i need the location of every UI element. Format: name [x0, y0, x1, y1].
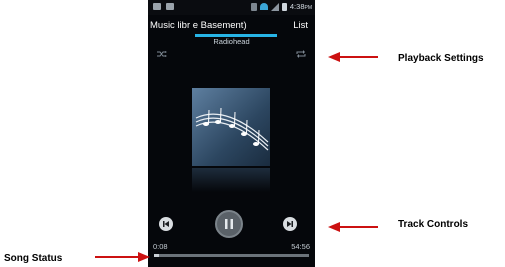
song-title: Music libr e Basement): [150, 20, 247, 31]
status-bar: 4:38PM: [148, 0, 315, 15]
album-art: [192, 88, 270, 166]
notification-icons: [153, 3, 174, 10]
song-status-arrow: [95, 252, 150, 262]
track-controls-label: Track Controls: [398, 219, 469, 230]
music-player-screen: 4:38PM Music libr e Basement) List Radio…: [148, 0, 315, 267]
song-status-label: Song Status: [4, 253, 63, 264]
battery-icon: [281, 2, 287, 11]
shuffle-icon[interactable]: [157, 50, 167, 61]
album-art-reflection: [192, 168, 270, 192]
previous-track-button[interactable]: [159, 217, 173, 231]
clock-ampm: PM: [304, 5, 313, 11]
progress-fill: [154, 254, 159, 257]
progress-bar[interactable]: [154, 254, 309, 257]
list-button[interactable]: List: [293, 20, 308, 31]
vibrate-icon: [250, 2, 257, 11]
title-bar: Music libr e Basement) List: [148, 16, 315, 36]
playback-settings-label: Playback Settings: [398, 53, 484, 64]
artist-name: Radiohead: [213, 37, 250, 46]
playback-settings-arrow: [328, 52, 378, 62]
notification-icon: [153, 3, 161, 10]
previous-icon: [163, 221, 169, 227]
repeat-icon[interactable]: [296, 50, 306, 61]
image-notification-icon: [166, 3, 174, 10]
clock-time: 4:38: [289, 2, 305, 11]
music-notes-icon: [195, 107, 269, 151]
next-track-button[interactable]: [283, 217, 297, 231]
wifi-icon: [259, 3, 268, 10]
next-icon: [287, 221, 293, 227]
total-time: 54:56: [291, 242, 310, 251]
track-controls-arrow: [328, 222, 378, 232]
pause-button[interactable]: [215, 210, 243, 238]
signal-icon: [270, 2, 279, 11]
clock: 4:38PM: [290, 2, 312, 11]
elapsed-time: 0:08: [153, 242, 168, 251]
pause-icon: [225, 219, 233, 229]
system-icons: 4:38PM: [250, 2, 312, 11]
